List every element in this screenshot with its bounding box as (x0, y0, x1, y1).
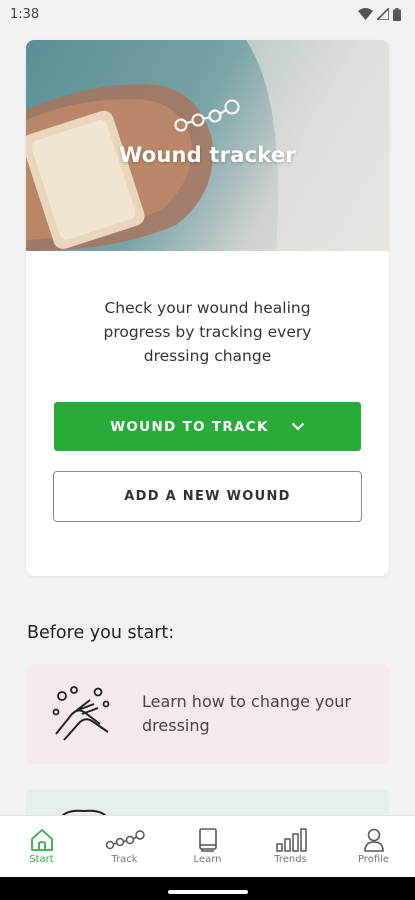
add-new-wound-button[interactable]: ADD A NEW WOUND (53, 471, 362, 522)
nav-item-track[interactable]: Track (83, 816, 166, 877)
nav-label-learn: Learn (193, 854, 222, 865)
nav-label-trends: Trends (274, 854, 307, 865)
wound-tracker-logo-icon (174, 99, 240, 132)
trends-icon (275, 828, 307, 852)
hero-title: Wound tracker (119, 143, 296, 167)
home-icon (30, 829, 53, 851)
nav-item-learn[interactable]: Learn (166, 816, 249, 877)
wound-to-track-label: WOUND TO TRACK (110, 418, 269, 435)
tip-label: Learn how to change your dressing (142, 692, 351, 735)
battery-icon (393, 7, 401, 21)
nav-item-trends[interactable]: Trends (249, 816, 332, 877)
track-icon (105, 830, 145, 850)
wound-to-track-button[interactable]: WOUND TO TRACK (54, 402, 361, 451)
section-title: Before you start: (27, 623, 175, 643)
signal-icon (377, 8, 389, 20)
wound-tracker-card: Wound tracker Check your wound healing p… (26, 40, 389, 576)
add-new-wound-label: ADD A NEW WOUND (124, 489, 291, 504)
handwash-icon (52, 686, 110, 741)
status-bar: 1:38 (0, 0, 415, 28)
tip-card-change-dressing[interactable]: Learn how to change your dressing (26, 664, 389, 764)
home-gesture-handle[interactable] (168, 890, 248, 894)
card-description: Check your wound healing progress by tra… (103, 299, 312, 365)
nav-label-start: Start (29, 854, 54, 865)
hero-image: Wound tracker (26, 40, 389, 251)
nav-label-profile: Profile (357, 854, 390, 865)
nav-label-track: Track (111, 854, 138, 865)
nav-item-start[interactable]: Start (0, 816, 83, 877)
status-time: 1:38 (10, 6, 40, 22)
chevron-down-icon (291, 422, 305, 431)
bottom-navigation: Start Track Learn Trends Profile (0, 815, 415, 877)
system-gesture-bar (0, 877, 415, 900)
wifi-icon (358, 8, 373, 20)
nav-item-profile[interactable]: Profile (332, 816, 415, 877)
book-icon (198, 828, 217, 852)
status-icons (358, 7, 401, 21)
profile-icon (363, 828, 384, 852)
